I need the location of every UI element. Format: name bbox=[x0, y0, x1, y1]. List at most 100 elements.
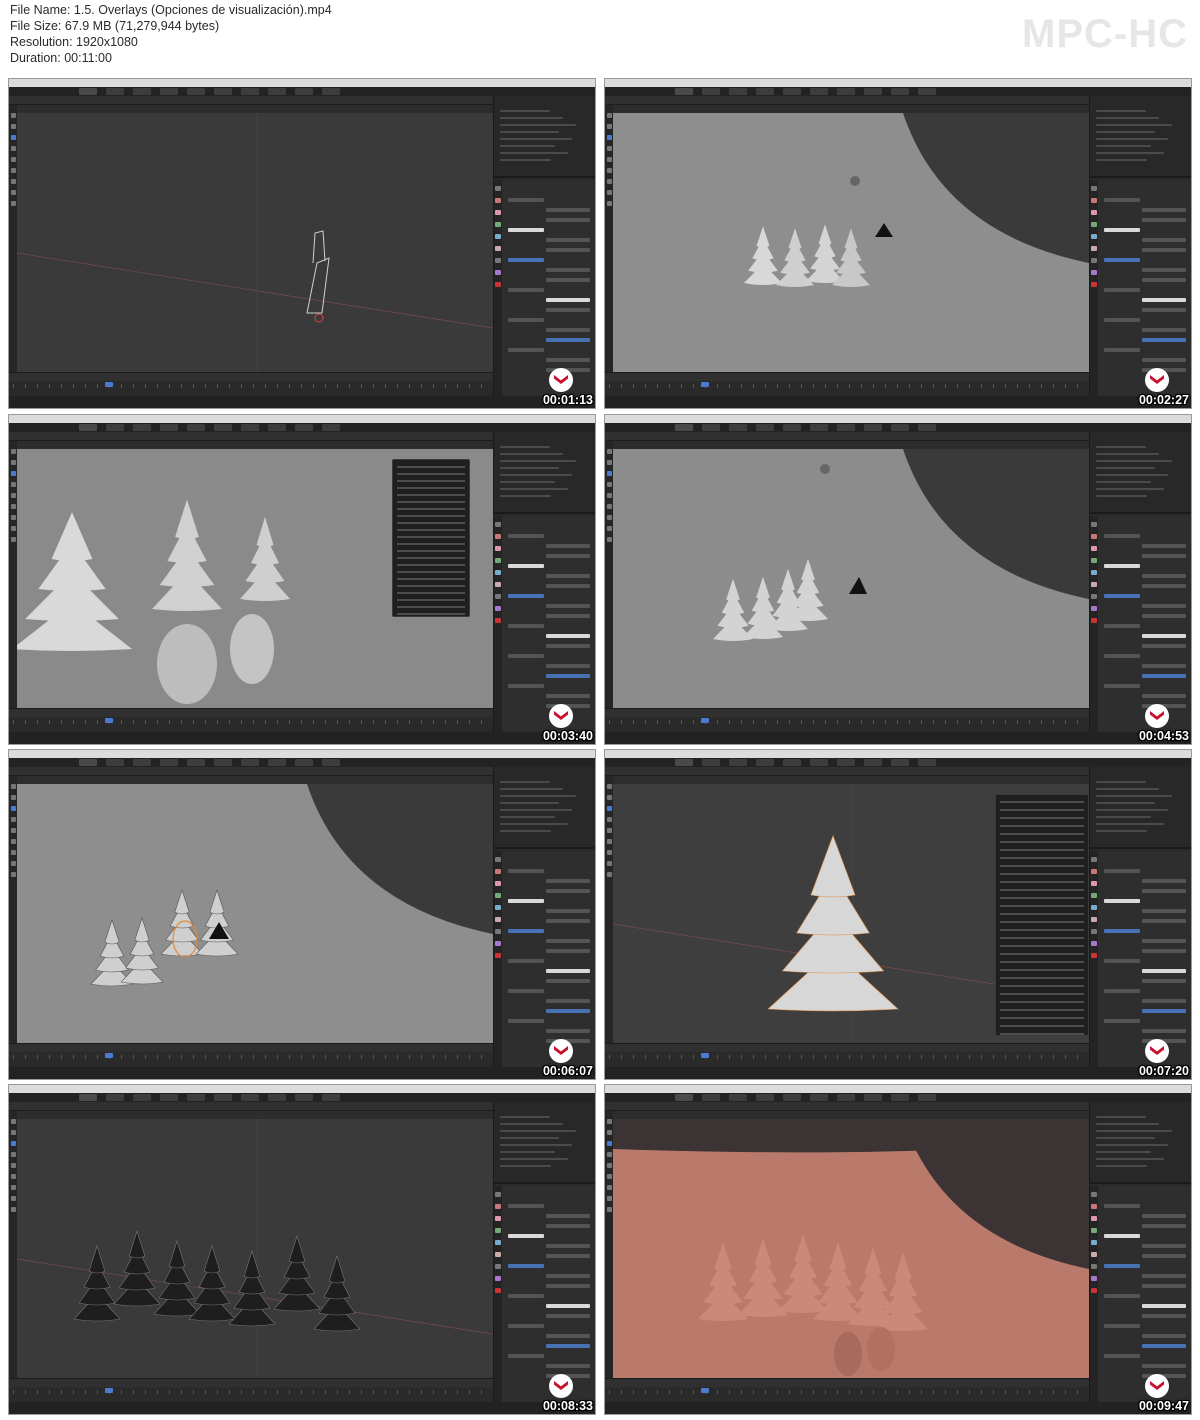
properties-tab[interactable] bbox=[1091, 893, 1097, 898]
popover-row[interactable] bbox=[1000, 929, 1084, 931]
properties-tab[interactable] bbox=[495, 534, 501, 539]
property-field[interactable] bbox=[508, 258, 544, 262]
tool-button[interactable] bbox=[11, 504, 16, 509]
playhead[interactable] bbox=[701, 1388, 709, 1393]
tool-button[interactable] bbox=[607, 1119, 612, 1124]
outliner-panel[interactable] bbox=[494, 767, 595, 849]
tool-button[interactable] bbox=[607, 146, 612, 151]
popover-row[interactable] bbox=[397, 473, 465, 475]
popover-row[interactable] bbox=[1000, 905, 1084, 907]
viewport-3d[interactable] bbox=[17, 1119, 493, 1378]
popover-row[interactable] bbox=[397, 522, 465, 524]
outliner-row[interactable] bbox=[500, 1137, 559, 1139]
tool-button[interactable] bbox=[11, 817, 16, 822]
outliner-panel[interactable] bbox=[494, 432, 595, 514]
outliner-row[interactable] bbox=[1096, 809, 1168, 811]
tool-button[interactable] bbox=[607, 1130, 612, 1135]
property-field[interactable] bbox=[1142, 1214, 1186, 1218]
outliner-row[interactable] bbox=[1096, 453, 1159, 455]
properties-tab[interactable] bbox=[1091, 941, 1097, 946]
property-field[interactable] bbox=[1142, 909, 1186, 913]
viewport-3d[interactable] bbox=[17, 113, 493, 372]
property-field[interactable] bbox=[1142, 1284, 1186, 1288]
workspace-tab[interactable] bbox=[864, 424, 882, 431]
property-field[interactable] bbox=[546, 674, 590, 678]
properties-tab[interactable] bbox=[1091, 582, 1097, 587]
outliner-row[interactable] bbox=[1096, 117, 1159, 119]
workspace-tab[interactable] bbox=[810, 88, 828, 95]
property-field[interactable] bbox=[546, 338, 590, 342]
property-field[interactable] bbox=[1104, 869, 1140, 873]
property-field[interactable] bbox=[1104, 228, 1140, 232]
properties-tab[interactable] bbox=[495, 210, 501, 215]
property-field[interactable] bbox=[546, 614, 590, 618]
property-field[interactable] bbox=[1104, 1264, 1140, 1268]
property-field[interactable] bbox=[546, 544, 590, 548]
properties-tab[interactable] bbox=[1091, 1216, 1097, 1221]
property-field[interactable] bbox=[546, 664, 590, 668]
popover-row[interactable] bbox=[1000, 825, 1084, 827]
workspace-tab[interactable] bbox=[133, 88, 151, 95]
properties-tab[interactable] bbox=[1091, 857, 1097, 862]
property-field[interactable] bbox=[1104, 654, 1140, 658]
property-field[interactable] bbox=[546, 248, 590, 252]
workspace-tab[interactable] bbox=[214, 88, 232, 95]
tool-button[interactable] bbox=[11, 1207, 16, 1212]
property-field[interactable] bbox=[546, 1224, 590, 1228]
properties-tab[interactable] bbox=[495, 570, 501, 575]
property-field[interactable] bbox=[1142, 238, 1186, 242]
outliner-row[interactable] bbox=[500, 138, 572, 140]
viewport-3d[interactable] bbox=[613, 1119, 1089, 1378]
property-field[interactable] bbox=[508, 564, 544, 568]
property-field[interactable] bbox=[508, 348, 544, 352]
property-field[interactable] bbox=[546, 238, 590, 242]
tool-button[interactable] bbox=[607, 1185, 612, 1190]
property-field[interactable] bbox=[1104, 624, 1140, 628]
outliner-row[interactable] bbox=[500, 788, 563, 790]
property-field[interactable] bbox=[508, 1294, 544, 1298]
tool-button[interactable] bbox=[11, 515, 16, 520]
outliner-row[interactable] bbox=[1096, 1151, 1151, 1153]
tool-button[interactable] bbox=[607, 201, 612, 206]
outliner-row[interactable] bbox=[500, 795, 576, 797]
outliner-row[interactable] bbox=[1096, 816, 1151, 818]
properties-tab[interactable] bbox=[495, 941, 501, 946]
tool-button[interactable] bbox=[607, 1141, 612, 1146]
property-field[interactable] bbox=[546, 889, 590, 893]
popover-row[interactable] bbox=[1000, 841, 1084, 843]
tool-button[interactable] bbox=[11, 806, 16, 811]
outliner-row[interactable] bbox=[500, 1116, 550, 1118]
workspace-tab[interactable] bbox=[106, 88, 124, 95]
workspace-tab[interactable] bbox=[79, 88, 97, 95]
properties-tab[interactable] bbox=[1091, 198, 1097, 203]
tool-button[interactable] bbox=[11, 168, 16, 173]
workspace-tab[interactable] bbox=[268, 424, 286, 431]
workspace-tab[interactable] bbox=[133, 1094, 151, 1101]
property-field[interactable] bbox=[508, 228, 544, 232]
property-field[interactable] bbox=[1104, 684, 1140, 688]
outliner-row[interactable] bbox=[1096, 1144, 1168, 1146]
tool-button[interactable] bbox=[607, 190, 612, 195]
outliner-row[interactable] bbox=[500, 816, 555, 818]
workspace-tab[interactable] bbox=[864, 759, 882, 766]
property-field[interactable] bbox=[1104, 1204, 1140, 1208]
property-field[interactable] bbox=[546, 969, 590, 973]
property-field[interactable] bbox=[1104, 258, 1140, 262]
properties-tab[interactable] bbox=[495, 881, 501, 886]
thumbnail-2[interactable]: 00:02:27 bbox=[604, 78, 1192, 409]
workspace-tab[interactable] bbox=[891, 424, 909, 431]
properties-tab[interactable] bbox=[1091, 594, 1097, 599]
viewport-overlays-popover[interactable] bbox=[995, 794, 1089, 1036]
tool-button[interactable] bbox=[11, 157, 16, 162]
properties-tab[interactable] bbox=[1091, 222, 1097, 227]
tool-button[interactable] bbox=[11, 493, 16, 498]
properties-tab[interactable] bbox=[1091, 546, 1097, 551]
workspace-tab[interactable] bbox=[729, 759, 747, 766]
property-field[interactable] bbox=[1142, 298, 1186, 302]
property-field[interactable] bbox=[508, 684, 544, 688]
outliner-row[interactable] bbox=[1096, 481, 1151, 483]
properties-tab[interactable] bbox=[1091, 1252, 1097, 1257]
tool-button[interactable] bbox=[11, 1185, 16, 1190]
tool-button[interactable] bbox=[11, 1196, 16, 1201]
tool-button[interactable] bbox=[11, 449, 16, 454]
